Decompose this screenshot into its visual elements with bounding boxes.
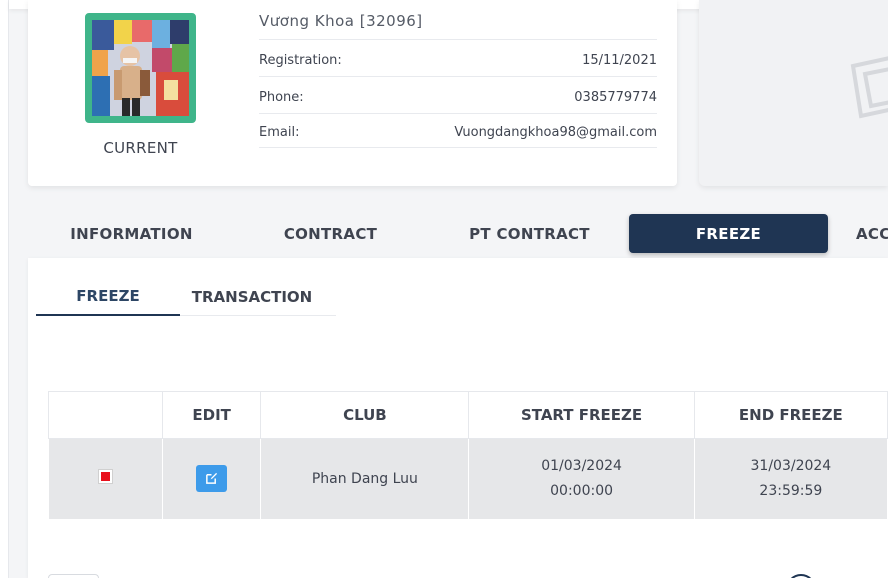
table-header-row: EDIT CLUB START FREEZE END FREEZE bbox=[48, 391, 888, 439]
column-header-club: CLUB bbox=[260, 391, 470, 439]
status-indicator bbox=[98, 469, 112, 483]
tab-contract[interactable]: CONTRACT bbox=[231, 214, 430, 253]
freeze-content-panel: FREEZE TRANSACTION EDIT CLUB START FREEZ… bbox=[28, 258, 888, 578]
end-freeze-date: 31/03/2024 bbox=[750, 458, 832, 474]
start-freeze-cell: 01/03/2024 00:00:00 bbox=[468, 438, 695, 520]
member-avatar[interactable] bbox=[85, 13, 196, 123]
start-freeze-date: 01/03/2024 bbox=[541, 458, 622, 474]
tab-information[interactable]: INFORMATION bbox=[32, 214, 231, 253]
subtab-freeze[interactable]: FREEZE bbox=[36, 278, 180, 316]
end-freeze-cell: 31/03/2024 23:59:59 bbox=[693, 438, 888, 520]
email-label: Email: bbox=[259, 125, 300, 140]
table-row[interactable]: Phan Dang Luu 01/03/2024 00:00:00 31/03/… bbox=[48, 438, 888, 520]
email-value: Vuongdangkhoa98@gmail.com bbox=[454, 125, 657, 140]
column-header-end-freeze: END FREEZE bbox=[693, 391, 888, 439]
photo-placeholder-card bbox=[699, 0, 888, 186]
tab-acc[interactable]: ACC bbox=[828, 214, 888, 253]
registration-row: Registration: 15/11/2021 bbox=[259, 39, 657, 76]
registration-label: Registration: bbox=[259, 52, 342, 68]
phone-value: 0385779774 bbox=[574, 89, 657, 105]
member-profile-card: CURRENT Vương Khoa [32096] Registration:… bbox=[28, 0, 677, 186]
start-freeze-time: 00:00:00 bbox=[550, 483, 614, 499]
subtab-transaction[interactable]: TRANSACTION bbox=[180, 278, 324, 316]
status-cell bbox=[48, 438, 163, 520]
edit-button[interactable] bbox=[196, 464, 228, 492]
email-row: Email: Vuongdangkhoa98@gmail.com bbox=[259, 113, 657, 148]
pagination-button[interactable] bbox=[786, 574, 816, 578]
image-placeholder-icon bbox=[850, 56, 888, 119]
registration-value: 15/11/2021 bbox=[582, 52, 657, 68]
avatar-photo bbox=[92, 20, 189, 116]
column-header-status bbox=[48, 391, 163, 439]
phone-row: Phone: 0385779774 bbox=[259, 76, 657, 113]
left-sidebar-edge bbox=[0, 0, 9, 578]
edit-cell bbox=[161, 438, 262, 520]
tab-pt-contract[interactable]: PT CONTRACT bbox=[430, 214, 629, 253]
freeze-subtabs: FREEZE TRANSACTION bbox=[36, 278, 336, 316]
freeze-table: EDIT CLUB START FREEZE END FREEZE Phan D… bbox=[48, 391, 888, 520]
phone-label: Phone: bbox=[259, 89, 304, 105]
member-tabs: INFORMATION CONTRACT PT CONTRACT FREEZE … bbox=[28, 214, 888, 253]
page-size-select[interactable] bbox=[48, 574, 99, 578]
member-info-list: Registration: 15/11/2021 Phone: 03857797… bbox=[259, 39, 657, 148]
edit-icon bbox=[206, 472, 218, 484]
avatar-caption: CURRENT bbox=[103, 139, 178, 157]
column-header-start-freeze: START FREEZE bbox=[468, 391, 695, 439]
column-header-edit: EDIT bbox=[161, 391, 262, 439]
club-cell: Phan Dang Luu bbox=[260, 438, 470, 520]
end-freeze-time: 23:59:59 bbox=[759, 483, 823, 499]
tab-freeze[interactable]: FREEZE bbox=[629, 214, 828, 253]
member-name: Vương Khoa [32096] bbox=[259, 12, 423, 30]
